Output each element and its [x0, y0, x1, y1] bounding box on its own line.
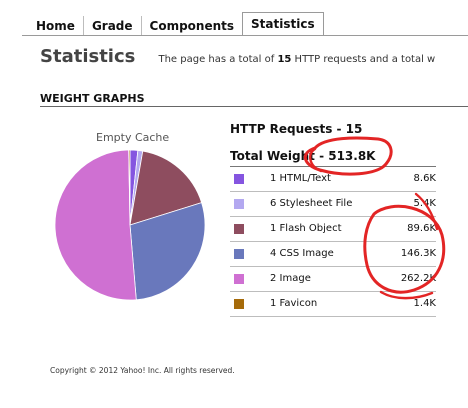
pie-svg	[54, 149, 206, 301]
pie-slice-image	[54, 149, 137, 301]
swatch-image	[234, 274, 244, 284]
tab-components[interactable]: Components	[141, 16, 244, 36]
component-label: 2 Image	[270, 273, 311, 284]
table-row: 4 CSS Image 146.3K	[230, 242, 436, 267]
tab-grade[interactable]: Grade	[83, 16, 142, 36]
swatch-css-image	[234, 249, 244, 259]
component-size: 5.4K	[413, 198, 436, 209]
component-size: 8.6K	[413, 173, 436, 184]
component-size: 262.2K	[400, 273, 436, 284]
swatch-stylesheet-file	[234, 199, 244, 209]
component-label: 1 HTML/Text	[270, 173, 331, 184]
component-label: 1 Flash Object	[270, 223, 342, 234]
copyright-notice: Copyright © 2012 Yahoo! Inc. All rights …	[50, 366, 235, 375]
table-row: 1 HTML/Text 8.6K	[230, 167, 436, 192]
page-title: Statistics	[40, 46, 136, 67]
yslow-statistics-page: Home Grade Components Statistics Statist…	[0, 0, 468, 408]
table-row: 6 Stylesheet File 5.4K	[230, 192, 436, 217]
total-weight-summary: Total Weight - 513.8K	[230, 149, 376, 163]
table-row: 1 Flash Object 89.6K	[230, 217, 436, 242]
pie-title: Empty Cache	[96, 131, 170, 144]
component-size: 1.4K	[413, 298, 436, 309]
table-row: 2 Image 262.2K	[230, 267, 436, 292]
weight-graphs-heading: WEIGHT GRAPHS	[40, 92, 145, 105]
tab-statistics[interactable]: Statistics	[242, 12, 324, 36]
request-summary: The page has a total of 15 HTTP requests…	[158, 54, 435, 65]
component-label: 4 CSS Image	[270, 248, 334, 259]
table-row: 1 Favicon 1.4K	[230, 292, 436, 317]
http-requests-summary: HTTP Requests - 15	[230, 122, 363, 136]
component-label: 1 Favicon	[270, 298, 318, 309]
component-label: 6 Stylesheet File	[270, 198, 353, 209]
swatch-html-text	[234, 174, 244, 184]
weight-graphs-divider	[40, 106, 468, 107]
title-row: Statistics The page has a total of 15 HT…	[40, 46, 468, 70]
pie-chart	[50, 145, 210, 305]
tab-divider-line	[22, 35, 468, 36]
component-size: 89.6K	[407, 223, 436, 234]
component-size: 146.3K	[400, 248, 436, 259]
tab-bar: Home Grade Components Statistics	[28, 12, 324, 36]
weight-breakdown-table: 1 HTML/Text 8.6K 6 Stylesheet File 5.4K …	[230, 166, 436, 317]
summary-suffix: HTTP requests and a total w	[294, 54, 436, 65]
swatch-favicon	[234, 299, 244, 309]
summary-count: 15	[277, 54, 292, 65]
tab-home[interactable]: Home	[28, 16, 84, 36]
swatch-flash-object	[234, 224, 244, 234]
summary-prefix: The page has a total of	[158, 54, 275, 65]
